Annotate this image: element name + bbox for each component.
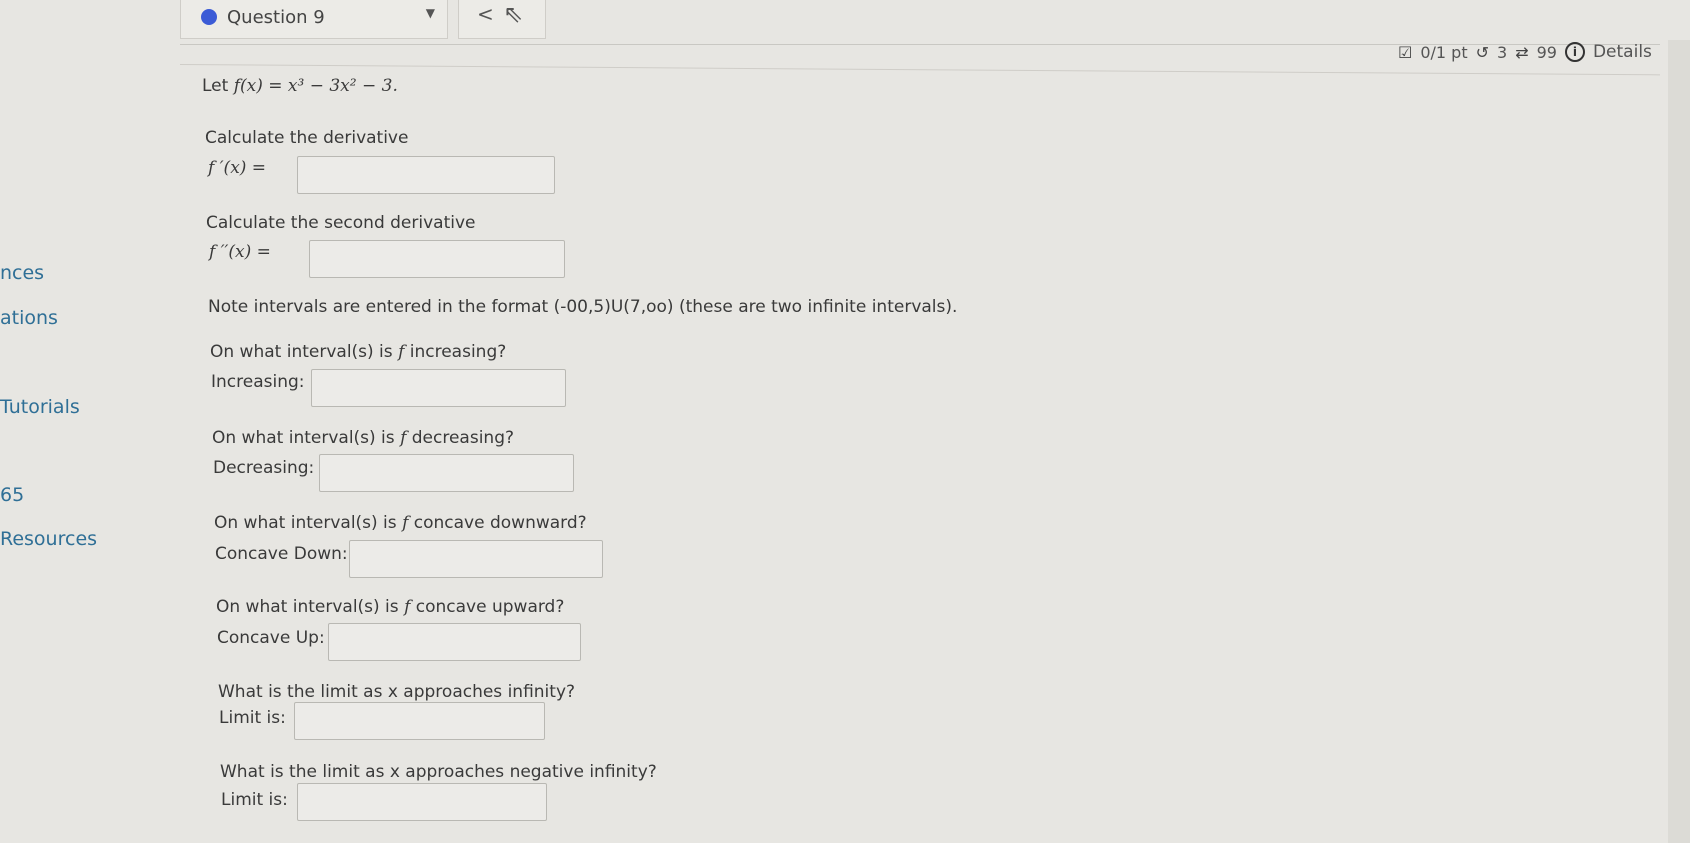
info-icon[interactable]: i <box>1564 42 1585 62</box>
retries-count: 3 <box>1497 42 1508 62</box>
score-text: 0/1 pt <box>1420 42 1468 62</box>
details-link[interactable]: Details <box>1593 42 1652 62</box>
increasing-label: Increasing: <box>211 372 305 392</box>
chevron-down-icon: ▼ <box>425 6 435 20</box>
second-derivative-input[interactable] <box>309 240 565 278</box>
decreasing-prompt: On what interval(s) is f decreasing? <box>212 428 515 448</box>
question-label: Question 9 <box>227 6 325 28</box>
function-definition: Let f(x) = x³ − 3x² − 3. <box>202 76 398 96</box>
question-meta: ☑ 0/1 pt ↺ 3 ⇄ 99 i Details <box>1398 42 1652 62</box>
retry-icon: ↺ <box>1475 42 1490 62</box>
submissions-icon: ⇄ <box>1515 42 1529 62</box>
concave-down-prompt: On what interval(s) is f concave downwar… <box>214 513 587 533</box>
question-select[interactable]: Question 9 ▼ <box>180 0 448 39</box>
sidebar-item-resources[interactable]: Resources <box>0 528 97 550</box>
previous-question-button[interactable]: < ⇖ <box>458 0 546 39</box>
derivative-prompt: Calculate the derivative <box>205 128 409 148</box>
question-status-dot <box>201 9 217 25</box>
checkbox-score-icon: ☑ <box>1398 42 1413 62</box>
concave-up-input[interactable] <box>328 623 581 661</box>
concave-down-input[interactable] <box>349 540 603 578</box>
concave-up-prompt: On what interval(s) is f concave upward? <box>216 597 565 617</box>
limit-negative-infinity-input[interactable] <box>297 783 547 821</box>
increasing-prompt: On what interval(s) is f increasing? <box>210 342 507 362</box>
second-derivative-prompt: Calculate the second derivative <box>206 213 476 233</box>
submissions-count: 99 <box>1536 42 1557 62</box>
derivative-label: f ′(x) = <box>208 158 267 178</box>
limit-infinity-prompt: What is the limit as x approaches infini… <box>218 682 576 702</box>
interval-format-note: Note intervals are entered in the format… <box>208 297 958 317</box>
sidebar-item-tutorials[interactable]: Tutorials <box>0 396 80 418</box>
sidebar-item-65[interactable]: 65 <box>0 484 24 506</box>
mouse-cursor-icon: ⇖ <box>503 0 524 28</box>
derivative-input[interactable] <box>297 156 555 194</box>
chevron-left-icon: < <box>477 2 494 26</box>
limit-infinity-label: Limit is: <box>219 708 286 728</box>
question-navigation-bar: Question 9 ▼ < ⇖ <box>180 0 1660 45</box>
second-derivative-label: f ′′(x) = <box>209 242 271 262</box>
decreasing-input[interactable] <box>319 454 574 492</box>
concave-down-label: Concave Down: <box>215 544 348 564</box>
decreasing-label: Decreasing: <box>213 458 315 478</box>
page-scrollbar[interactable] <box>1668 40 1690 843</box>
increasing-input[interactable] <box>311 369 566 407</box>
sidebar-item-references[interactable]: nces <box>0 262 44 284</box>
sidebar-item-calculations[interactable]: ations <box>0 307 58 329</box>
concave-up-label: Concave Up: <box>217 628 325 648</box>
function-expression: f(x) = x³ − 3x² − 3. <box>233 76 398 96</box>
limit-negative-infinity-label: Limit is: <box>221 790 288 810</box>
limit-negative-infinity-prompt: What is the limit as x approaches negati… <box>220 762 657 782</box>
divider <box>179 64 1660 76</box>
limit-infinity-input[interactable] <box>294 702 545 740</box>
